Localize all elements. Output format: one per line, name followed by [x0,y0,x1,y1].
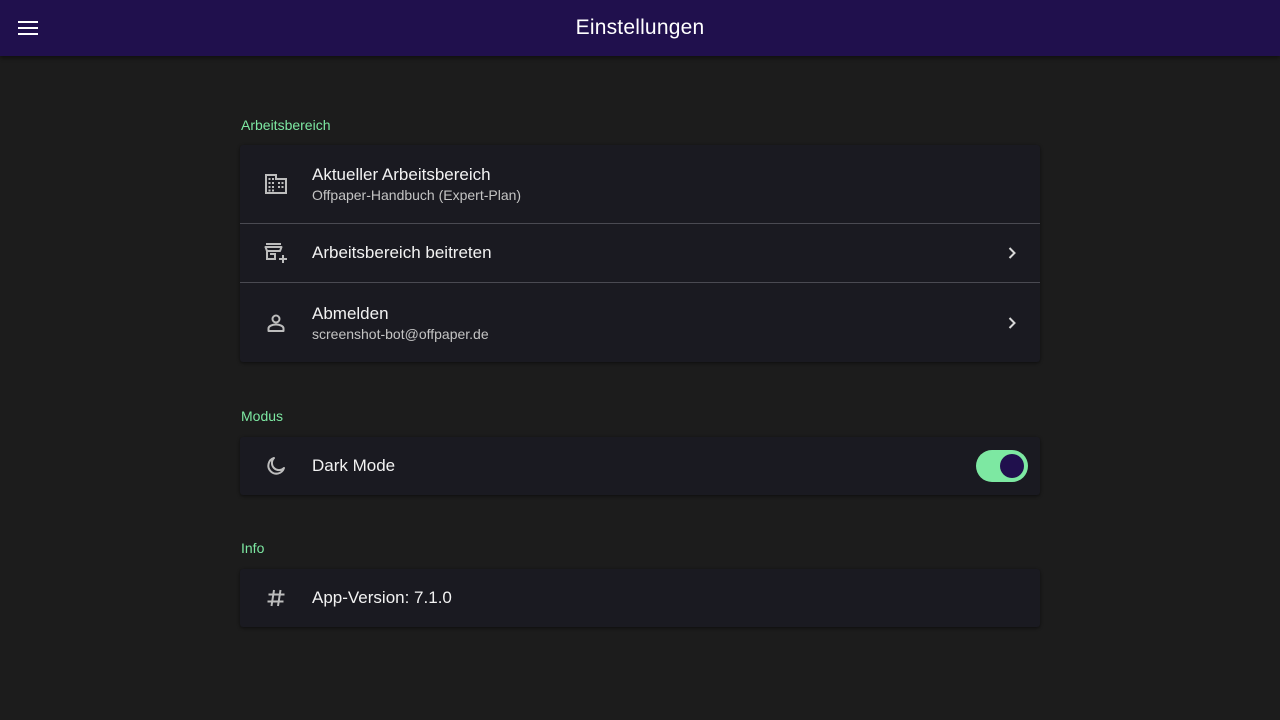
logout-label: Abmelden [312,303,389,323]
app-version-label: App-Version: 7.1.0 [312,588,452,607]
join-workspace-label: Arbeitsbereich beitreten [312,243,492,262]
logout-email: screenshot-bot@offpaper.de [312,325,489,342]
section-title-mode: Modus [241,408,284,424]
settings-content: Arbeitsbereich Aktueller Arbeitsbereich … [240,56,1040,627]
current-workspace-row: Aktueller Arbeitsbereich Offpaper-Handbu… [240,145,1040,224]
person-icon [267,314,285,332]
menu-icon [18,21,38,35]
mode-card: Dark Mode [240,437,1040,495]
building-icon [265,174,287,194]
dark-mode-label: Dark Mode [312,456,396,475]
chevron-right-icon [1008,316,1016,329]
dark-mode-toggle[interactable] [976,450,1028,482]
join-workspace-row[interactable]: Arbeitsbereich beitreten [240,224,1040,283]
add-business-icon [264,243,287,263]
info-card: App-Version: 7.1.0 [240,569,1040,627]
toggle-knob [1000,454,1024,478]
app-version-row: App-Version: 7.1.0 [240,569,1040,627]
hash-icon [267,589,285,607]
app-bar: Einstellungen [0,0,1280,56]
logout-row[interactable]: Abmelden screenshot-bot@offpaper.de [240,283,1040,362]
dark-mode-row: Dark Mode [240,437,1040,495]
current-workspace-label: Aktueller Arbeitsbereich [312,165,491,184]
workspace-card: Aktueller Arbeitsbereich Offpaper-Handbu… [240,145,1040,362]
menu-button[interactable] [12,12,44,44]
section-title-info: Info [241,540,265,556]
chevron-right-icon [1008,247,1016,259]
section-title-workspace: Arbeitsbereich [241,117,331,133]
current-workspace-value: Offpaper-Handbuch (Expert-Plan) [312,187,522,203]
moon-icon [267,457,285,475]
page-title: Einstellungen [575,16,705,39]
